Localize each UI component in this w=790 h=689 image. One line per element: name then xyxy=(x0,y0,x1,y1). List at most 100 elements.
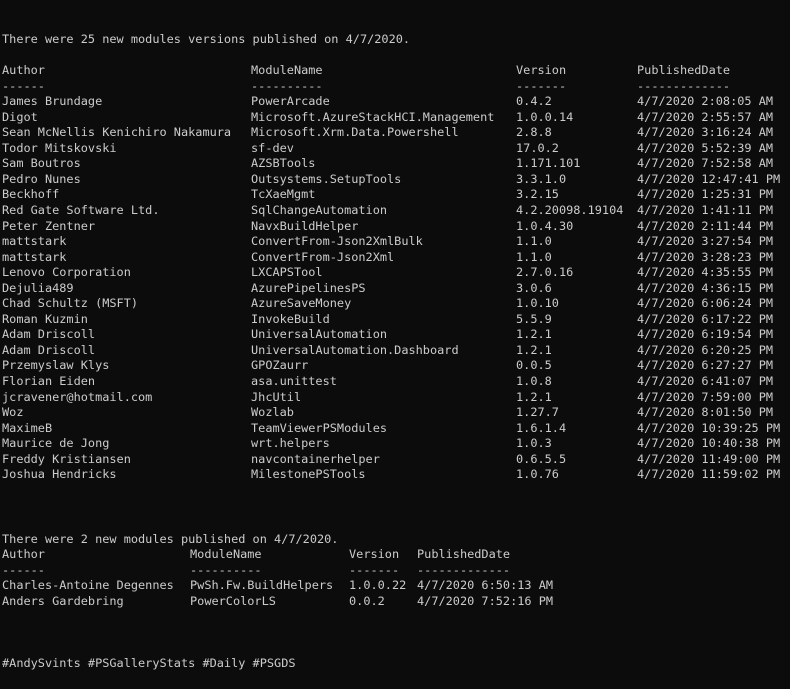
cell-author: Przemyslaw Klys xyxy=(2,358,110,373)
cell-published-date: 4/7/2020 6:27:27 PM xyxy=(637,358,774,373)
cell-version: 3.0.6 xyxy=(516,280,552,295)
cell-published-date: 4/7/2020 6:19:54 PM xyxy=(637,327,774,342)
cell-module-name: UniversalAutomation.Dashboard xyxy=(251,342,459,357)
cell-version: 2.8.8 xyxy=(516,125,552,140)
cell-published-date: 4/7/2020 4:35:55 PM xyxy=(637,265,774,280)
cell-version: 1.0.4.30 xyxy=(516,218,574,233)
cell-module-name: UniversalAutomation xyxy=(251,327,388,342)
cell-published-date: 4/7/2020 6:17:22 PM xyxy=(637,311,774,326)
cell-module-name: GPOZaurr xyxy=(251,358,309,373)
header-row-published-date: PublishedDate xyxy=(637,63,731,77)
cell-author: Sean McNellis Kenichiro Nakamura xyxy=(2,125,232,140)
cell-module-name: TeamViewerPSModules xyxy=(251,420,388,435)
hashtags-line: #AndySvints #PSGalleryStats #Daily #PSGD… xyxy=(2,656,296,670)
cell-author: Charles-Antoine Degennes xyxy=(2,578,174,593)
cell-module-name: PowerColorLS xyxy=(190,593,276,608)
cell-module-name: TcXaeMgmt xyxy=(251,187,316,202)
header-row-author: Author xyxy=(2,63,45,77)
cell-author: Woz xyxy=(2,405,24,420)
cell-version: 5.5.9 xyxy=(516,311,552,326)
header-row-published-date: PublishedDate xyxy=(417,547,511,561)
cell-module-name: JhcUtil xyxy=(251,389,302,404)
cell-published-date: 4/7/2020 7:59:00 PM xyxy=(637,389,774,404)
terminal-output: There were 25 new modules versions publi… xyxy=(0,0,790,689)
cell-published-date: 4/7/2020 6:50:13 AM xyxy=(417,578,554,593)
cell-published-date: 4/7/2020 6:06:24 PM xyxy=(637,296,774,311)
header-row-version: Version xyxy=(349,547,400,561)
cell-version: 1.2.1 xyxy=(516,327,552,342)
cell-published-date: 4/7/2020 3:16:24 AM xyxy=(637,125,774,140)
cell-author: mattstark xyxy=(2,234,67,249)
cell-module-name: NavxBuildHelper xyxy=(251,218,359,233)
cell-author: Adam Driscoll xyxy=(2,342,96,357)
cell-module-name: InvokeBuild xyxy=(251,311,330,326)
cell-author: Red Gate Software Ltd. xyxy=(2,202,160,217)
header-underline-row-author: ------ xyxy=(2,562,45,577)
cell-published-date: 4/7/2020 2:11:44 PM xyxy=(637,218,774,233)
cell-version: 3.2.15 xyxy=(516,187,559,202)
cell-module-name: sf-dev xyxy=(251,140,294,155)
cell-version: 0.4.2 xyxy=(516,94,552,109)
cell-module-name: ConvertFrom-Json2XmlBulk xyxy=(251,234,423,249)
cell-published-date: 4/7/2020 11:49:00 PM xyxy=(637,451,781,466)
cell-version: 1.0.3 xyxy=(516,436,552,451)
cell-module-name: Wozlab xyxy=(251,405,294,420)
header-underline-row-published-date: ------------- xyxy=(637,78,731,93)
cell-published-date: 4/7/2020 5:52:39 AM xyxy=(637,140,774,155)
cell-author: James Brundage xyxy=(2,94,103,109)
cell-author: Pedro Nunes xyxy=(2,171,81,186)
cell-version: 1.2.1 xyxy=(516,389,552,404)
cell-version: 17.0.2 xyxy=(516,140,559,155)
cell-published-date: 4/7/2020 4:36:15 PM xyxy=(637,280,774,295)
cell-author: Roman Kuzmin xyxy=(2,311,88,326)
cell-author: Freddy Kristiansen xyxy=(2,451,131,466)
cell-published-date: 4/7/2020 12:47:41 PM xyxy=(637,171,781,186)
cell-module-name: SqlChangeAutomation xyxy=(251,202,388,217)
cell-published-date: 4/7/2020 2:55:57 AM xyxy=(637,109,774,124)
cell-module-name: PwSh.Fw.BuildHelpers xyxy=(190,578,334,593)
cell-module-name: AzurePipelinesPS xyxy=(251,280,366,295)
cell-author: mattstark xyxy=(2,249,67,264)
cell-published-date: 4/7/2020 1:41:11 PM xyxy=(637,202,774,217)
cell-published-date: 4/7/2020 8:01:50 PM xyxy=(637,405,774,420)
cell-version: 1.1.0 xyxy=(516,234,552,249)
cell-version: 4.2.20098.19104 xyxy=(516,202,624,217)
cell-version: 1.6.1.4 xyxy=(516,420,567,435)
cell-published-date: 4/7/2020 2:08:05 AM xyxy=(637,94,774,109)
cell-module-name: wrt.helpers xyxy=(251,436,330,451)
cell-author: Maurice de Jong xyxy=(2,436,110,451)
cell-published-date: 4/7/2020 10:39:25 PM xyxy=(637,420,781,435)
cell-author: MaximeB xyxy=(2,420,53,435)
cell-published-date: 4/7/2020 3:28:23 PM xyxy=(637,249,774,264)
cell-version: 1.171.101 xyxy=(516,156,581,171)
cell-author: Adam Driscoll xyxy=(2,327,96,342)
header-row-module-name: ModuleName xyxy=(190,547,262,561)
cell-module-name: navcontainerhelper xyxy=(251,451,380,466)
cell-published-date: 4/7/2020 7:52:58 AM xyxy=(637,156,774,171)
section2-summary: There were 2 new modules published on 4/… xyxy=(2,532,339,546)
header-row-module-name: ModuleName xyxy=(251,63,323,77)
cell-version: 3.3.1.0 xyxy=(516,171,567,186)
cell-author: Joshua Hendricks xyxy=(2,467,117,482)
cell-version: 1.0.8 xyxy=(516,374,552,388)
cell-published-date: 4/7/2020 11:59:02 PM xyxy=(637,467,781,482)
cell-module-name: AZSBTools xyxy=(251,156,316,171)
cell-module-name: MilestonePSTools xyxy=(251,467,366,482)
cell-author: Florian Eiden xyxy=(2,374,96,388)
cell-module-name: asa.unittest xyxy=(251,374,337,388)
header-underline-row-module-name: ---------- xyxy=(251,78,323,93)
cell-published-date: 4/7/2020 6:20:25 PM xyxy=(637,342,774,357)
header-underline-row-author: ------ xyxy=(2,78,45,93)
header-underline-row-module-name: ---------- xyxy=(190,562,262,577)
cell-version: 1.0.76 xyxy=(516,467,559,482)
cell-version: 0.6.5.5 xyxy=(516,451,567,466)
header-underline-row-version: ------- xyxy=(349,562,400,577)
cell-version: 1.1.0 xyxy=(516,249,552,264)
section1-summary: There were 25 new modules versions publi… xyxy=(2,32,411,46)
cell-module-name: Microsoft.Xrm.Data.Powershell xyxy=(251,125,459,140)
cell-module-name: PowerArcade xyxy=(251,94,330,109)
cell-published-date: 4/7/2020 1:25:31 PM xyxy=(637,187,774,202)
cell-version: 1.27.7 xyxy=(516,405,559,420)
cell-published-date: 4/7/2020 7:52:16 PM xyxy=(417,593,554,608)
cell-published-date: 4/7/2020 3:27:54 PM xyxy=(637,234,774,249)
